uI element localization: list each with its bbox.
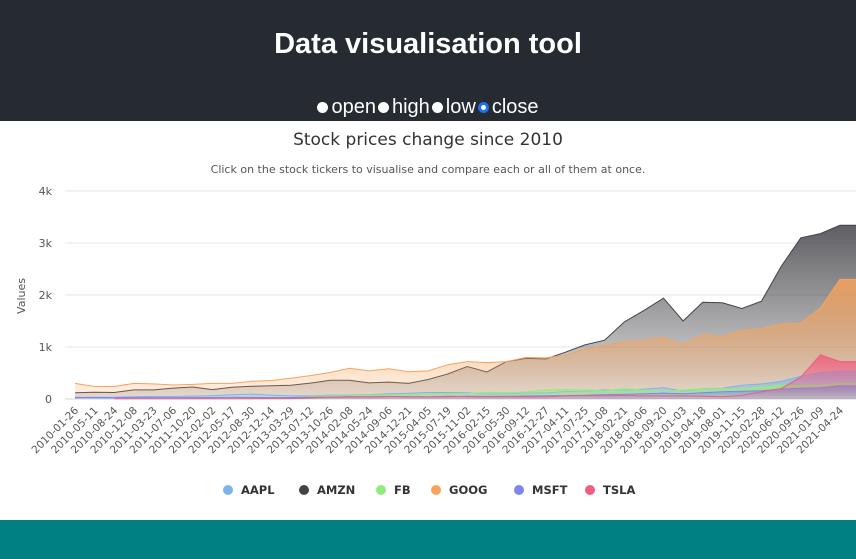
legend-marker bbox=[376, 485, 386, 495]
radio-label: low bbox=[445, 96, 476, 118]
radio-button[interactable] bbox=[377, 102, 389, 113]
legend-marker bbox=[431, 485, 441, 495]
y-tick-label: 2k bbox=[39, 289, 53, 302]
footer bbox=[0, 520, 856, 559]
legend-marker bbox=[585, 485, 595, 495]
legend-item-goog[interactable]: GOOG bbox=[431, 483, 487, 497]
price-type-radio-group: open high low close bbox=[0, 96, 856, 119]
legend-item-aapl[interactable]: AAPL bbox=[223, 483, 275, 497]
legend-item-tsla[interactable]: TSLA bbox=[585, 483, 635, 497]
legend-label: AMZN bbox=[317, 483, 355, 497]
page-title: Data visualisation tool bbox=[274, 28, 582, 60]
header: Data visualisation tool open high low cl… bbox=[0, 0, 856, 121]
y-tick-label: 0 bbox=[45, 393, 52, 406]
legend-item-fb[interactable]: FB bbox=[376, 483, 411, 497]
chart-title: Stock prices change since 2010 bbox=[293, 130, 563, 150]
radio-label: high bbox=[391, 96, 430, 118]
radio-high[interactable]: high bbox=[377, 96, 430, 119]
radio-label: close bbox=[491, 96, 539, 118]
radio-button[interactable] bbox=[317, 102, 329, 113]
y-axis-label: Values bbox=[15, 278, 28, 314]
stock-chart: Stock prices change since 2010 Click on … bbox=[15, 130, 856, 497]
radio-close[interactable]: close bbox=[477, 96, 539, 119]
legend-label: AAPL bbox=[241, 483, 275, 497]
chart-subtitle: Click on the stock tickers to visualise … bbox=[211, 163, 646, 176]
radio-button[interactable] bbox=[431, 102, 443, 113]
y-tick-label: 4k bbox=[39, 185, 53, 198]
legend-marker bbox=[223, 485, 233, 495]
legend-marker bbox=[299, 485, 309, 495]
area-goog[interactable] bbox=[75, 279, 856, 399]
y-tick-label: 1k bbox=[39, 341, 53, 354]
radio-low[interactable]: low bbox=[431, 96, 476, 119]
y-tick-label: 3k bbox=[39, 237, 53, 250]
legend-label: TSLA bbox=[603, 483, 635, 497]
legend-marker bbox=[514, 485, 524, 495]
radio-label: open bbox=[331, 96, 376, 118]
legend-item-msft[interactable]: MSFT bbox=[514, 483, 568, 497]
legend-label: FB bbox=[394, 483, 411, 497]
radio-button-checked[interactable] bbox=[477, 102, 489, 113]
legend-label: MSFT bbox=[532, 483, 568, 497]
radio-open[interactable]: open bbox=[317, 96, 376, 119]
legend-label: GOOG bbox=[449, 483, 487, 497]
legend-item-amzn[interactable]: AMZN bbox=[299, 483, 355, 497]
